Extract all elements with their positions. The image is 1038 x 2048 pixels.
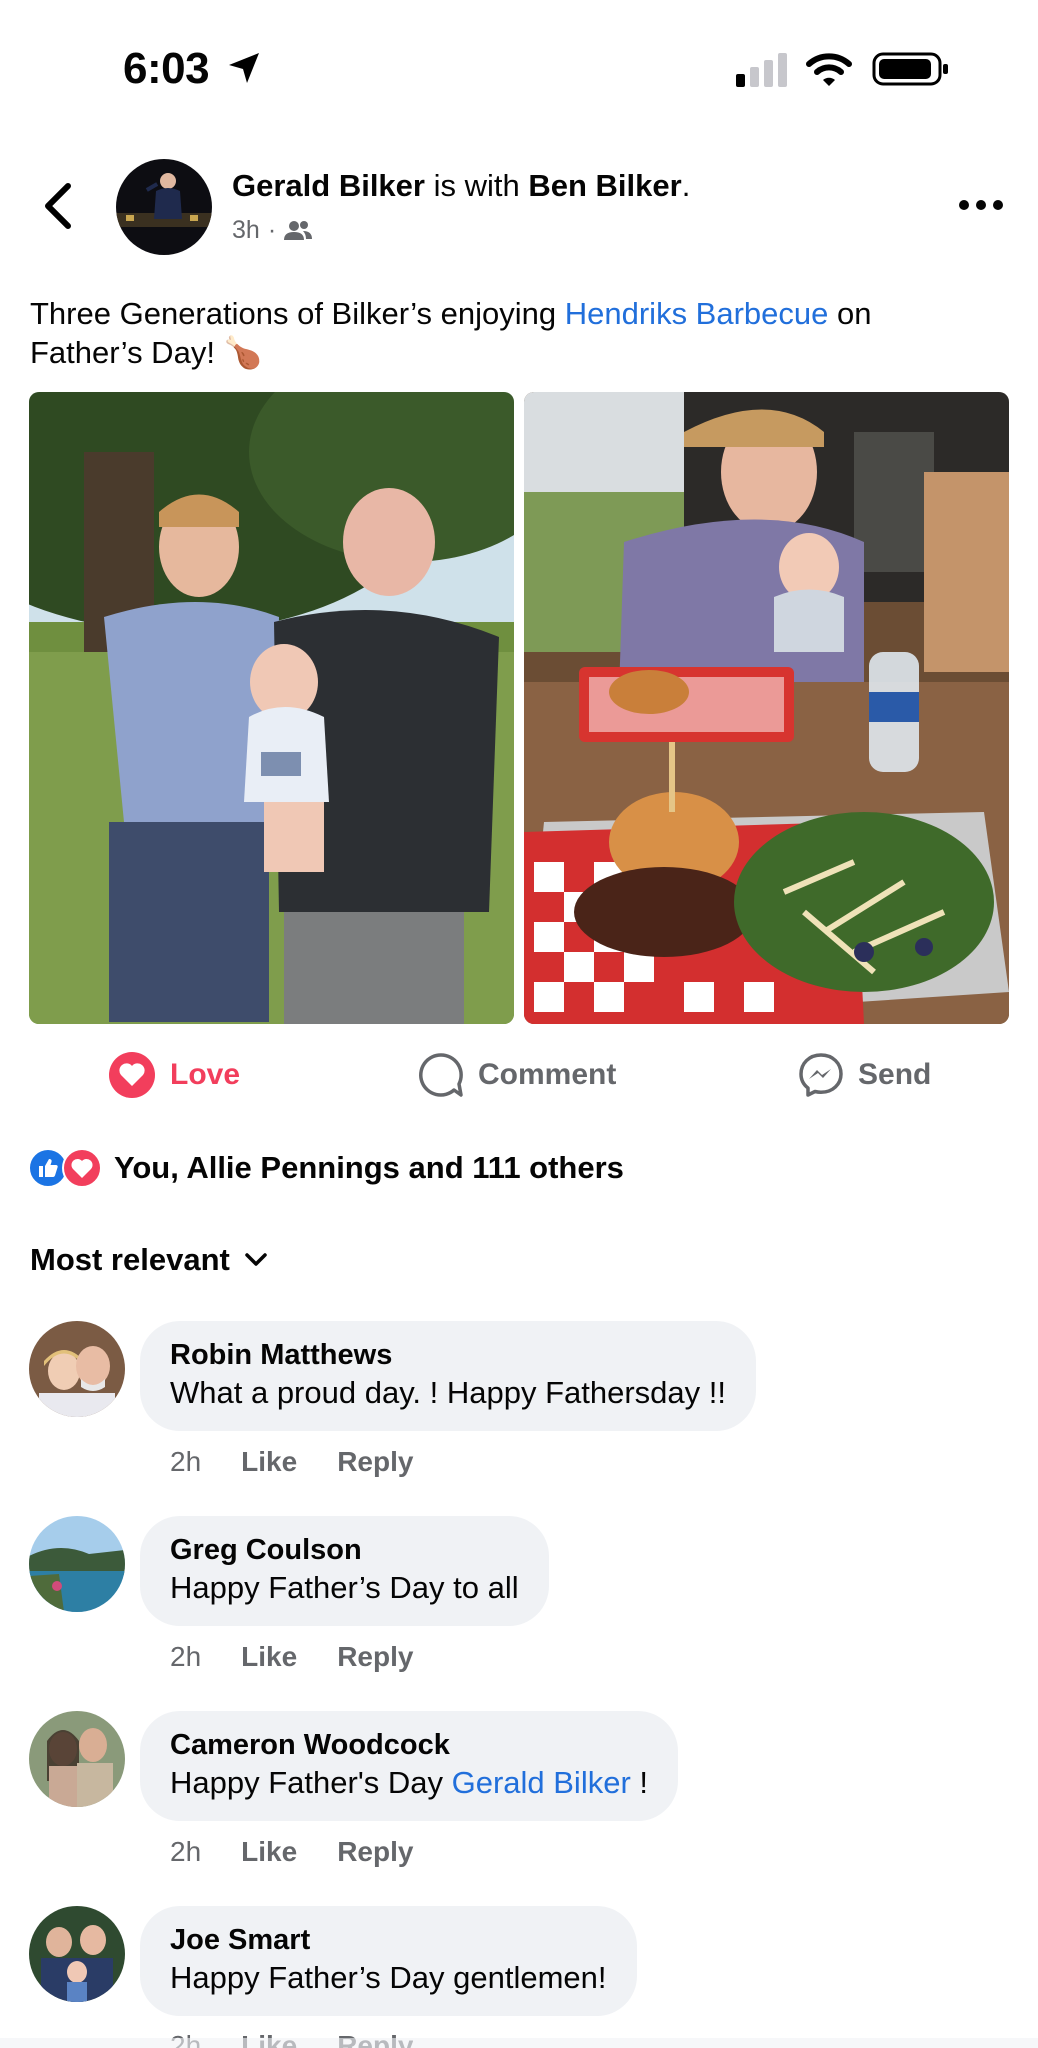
- wifi-icon: [806, 53, 852, 86]
- drumstick-emoji: 🍗: [223, 335, 263, 370]
- comment-reply-button[interactable]: Reply: [337, 1836, 413, 1868]
- with-text: is with: [424, 168, 529, 203]
- period: .: [681, 168, 691, 203]
- messenger-icon: [799, 1053, 843, 1097]
- commenter-name[interactable]: Cameron Woodcock: [170, 1727, 648, 1763]
- commenter-avatar[interactable]: [29, 1906, 125, 2002]
- love-icon: [109, 1052, 155, 1098]
- comment-like-button[interactable]: Like: [241, 1836, 297, 1868]
- comment-text: Happy Father’s Day gentlemen!: [170, 1960, 607, 1995]
- comment-bubble: Greg Coulson Happy Father’s Day to all: [140, 1516, 549, 1626]
- comment-meta: 2h Like Reply: [170, 1641, 413, 1673]
- back-arrow-icon[interactable]: [38, 180, 78, 232]
- love-label: Love: [170, 1058, 241, 1091]
- commenter-name[interactable]: Greg Coulson: [170, 1532, 519, 1568]
- post-meta: 3h ·: [232, 216, 313, 245]
- location-arrow-icon: [229, 53, 259, 83]
- love-reaction-button[interactable]: Love: [108, 1050, 240, 1100]
- reactions-summary[interactable]: You, Allie Pennings and 111 others: [28, 1148, 624, 1188]
- comment-sort-dropdown[interactable]: Most relevant: [30, 1242, 268, 1278]
- comment-bubble: Joe Smart Happy Father’s Day gentlemen!: [140, 1906, 637, 2016]
- comment-like-button[interactable]: Like: [241, 1641, 297, 1673]
- cellular-signal-icon: [736, 53, 787, 87]
- comment-text: Happy Father’s Day to all: [170, 1570, 519, 1605]
- sort-label: Most relevant: [30, 1242, 230, 1277]
- author-name[interactable]: Gerald Bilker: [232, 168, 425, 203]
- comment-like-button[interactable]: Like: [241, 1446, 297, 1478]
- comment-time: 2h: [170, 1446, 202, 1477]
- comment-label: Comment: [478, 1058, 617, 1091]
- bottom-bar-edge: [0, 2038, 1038, 2048]
- send-label: Send: [858, 1058, 932, 1091]
- caption-text: Three Generations of Bilker’s enjoying: [30, 296, 565, 331]
- comment-icon: [419, 1053, 463, 1097]
- post-caption: Three Generations of Bilker’s enjoying H…: [30, 294, 980, 372]
- commenter-name[interactable]: Joe Smart: [170, 1922, 607, 1958]
- battery-icon: [872, 52, 948, 86]
- comment-meta: 2h Like Reply: [170, 1446, 413, 1478]
- commenter-name[interactable]: Robin Matthews: [170, 1337, 726, 1373]
- comment-time: 2h: [170, 1641, 202, 1672]
- comment-text-prefix: Happy Father's Day: [170, 1765, 452, 1800]
- comment-text: What a proud day. ! Happy Fathersday !!: [170, 1375, 726, 1410]
- comment-reply-button[interactable]: Reply: [337, 1641, 413, 1673]
- comment-reply-button[interactable]: Reply: [337, 1446, 413, 1478]
- comment-bubble: Robin Matthews What a proud day. ! Happy…: [140, 1321, 756, 1431]
- comment-bubble: Cameron Woodcock Happy Father's Day Gera…: [140, 1711, 679, 1821]
- post-photo-meal[interactable]: [524, 392, 1009, 1024]
- reactions-text: You, Allie Pennings and 111 others: [114, 1150, 624, 1185]
- post-time[interactable]: 3h: [232, 216, 260, 245]
- meta-separator: ·: [267, 216, 277, 244]
- commenter-avatar[interactable]: [29, 1321, 125, 1417]
- friends-icon: [284, 220, 313, 240]
- status-time: 6:03: [123, 44, 210, 93]
- comment-meta: 2h Like Reply: [170, 1836, 413, 1868]
- comment-button[interactable]: Comment: [418, 1050, 616, 1100]
- tagged-name[interactable]: Ben Bilker: [528, 168, 681, 203]
- love-reaction-icon: [62, 1148, 102, 1188]
- post-photo-family[interactable]: [29, 392, 514, 1024]
- post-header: Gerald Bilker is with Ben Bilker.: [232, 168, 690, 204]
- comment-text: Happy Father's Day Gerald Bilker !: [170, 1763, 648, 1803]
- commenter-avatar[interactable]: [29, 1711, 125, 1807]
- chevron-down-icon: [245, 1253, 267, 1266]
- author-avatar[interactable]: [116, 159, 212, 255]
- send-button[interactable]: Send: [798, 1050, 931, 1100]
- comment-time: 2h: [170, 1836, 202, 1867]
- mention-link[interactable]: Gerald Bilker: [452, 1765, 631, 1800]
- commenter-avatar[interactable]: [29, 1516, 125, 1612]
- caption-link[interactable]: Hendriks Barbecue: [565, 296, 829, 331]
- comment-text-suffix: !: [630, 1765, 649, 1800]
- more-options-icon[interactable]: [958, 196, 1004, 214]
